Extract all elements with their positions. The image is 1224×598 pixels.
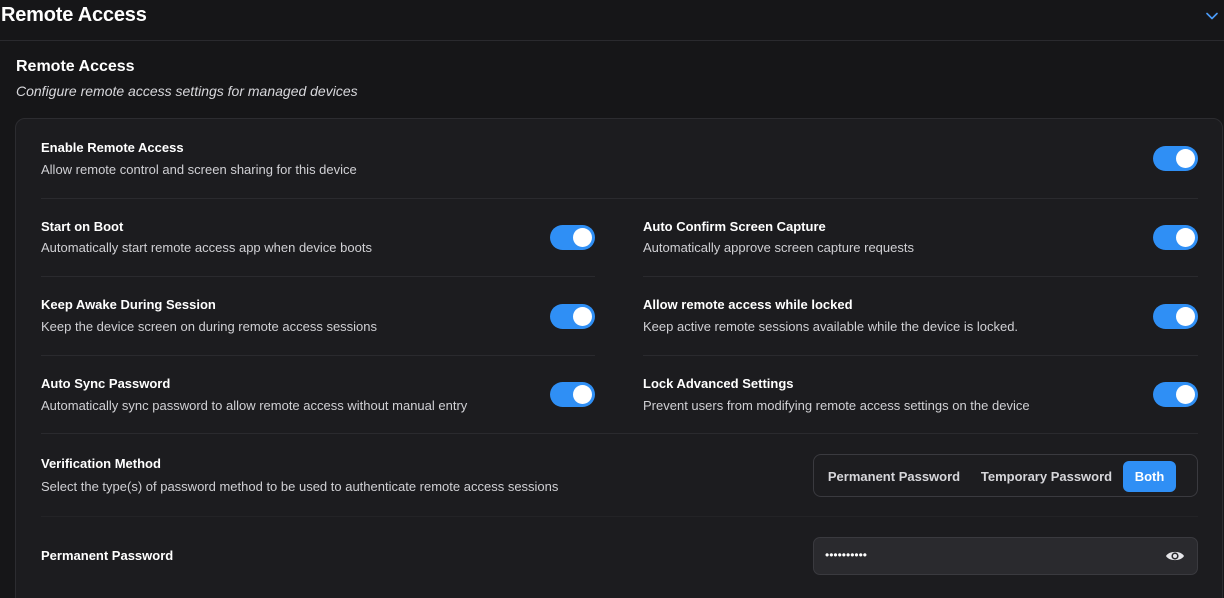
allow-while-locked-toggle[interactable] [1153,304,1198,329]
option-permanent-password[interactable]: Permanent Password [822,461,966,492]
verification-method-selector: Permanent Password Temporary Password Bo… [813,454,1198,497]
auto-confirm-capture-label: Auto Confirm Screen Capture [643,219,826,234]
toggle-knob [573,385,592,404]
auto-confirm-capture-description: Automatically approve screen capture req… [643,240,914,255]
eye-icon[interactable] [1165,547,1185,565]
divider [41,433,1198,434]
verification-method-description: Select the type(s) of password method to… [41,479,559,494]
toggle-knob [1176,385,1195,404]
lock-advanced-label: Lock Advanced Settings [643,376,794,391]
auto-sync-password-label: Auto Sync Password [41,376,171,391]
section-description: Configure remote access settings for man… [16,83,358,99]
toggle-knob [1176,228,1195,247]
verification-method-label: Verification Method [41,456,161,471]
permanent-password-label: Permanent Password [41,548,174,563]
chevron-down-icon[interactable] [1204,8,1220,24]
toggle-knob [1176,149,1195,168]
divider [643,276,1198,277]
divider [41,276,595,277]
permanent-password-input[interactable]: •••••••••• [813,537,1198,575]
toggle-knob [573,228,592,247]
divider [41,198,1198,199]
keep-awake-label: Keep Awake During Session [41,297,216,312]
divider [643,355,1198,356]
divider [41,355,595,356]
toggle-knob [573,307,592,326]
settings-panel [15,118,1223,598]
option-temporary-password[interactable]: Temporary Password [974,461,1119,492]
keep-awake-description: Keep the device screen on during remote … [41,319,378,334]
allow-while-locked-label: Allow remote access while locked [643,297,853,312]
divider [41,516,1198,517]
option-both[interactable]: Both [1123,461,1176,492]
auto-sync-password-toggle[interactable] [550,382,595,407]
toggle-knob [1176,307,1195,326]
lock-advanced-description: Prevent users from modifying remote acce… [643,398,1030,413]
header-title: Remote Access [1,4,147,26]
password-value: •••••••••• [825,548,868,562]
section-title: Remote Access [16,58,135,75]
auto-sync-password-description: Automatically sync password to allow rem… [41,398,468,413]
section-header[interactable]: Remote Access [0,0,1224,41]
start-on-boot-label: Start on Boot [41,219,124,234]
enable-remote-access-description: Allow remote control and screen sharing … [41,162,357,177]
start-on-boot-description: Automatically start remote access app wh… [41,240,372,255]
start-on-boot-toggle[interactable] [550,225,595,250]
keep-awake-toggle[interactable] [550,304,595,329]
enable-remote-access-toggle[interactable] [1153,146,1198,171]
allow-while-locked-description: Keep active remote sessions available wh… [643,319,1019,334]
lock-advanced-toggle[interactable] [1153,382,1198,407]
auto-confirm-capture-toggle[interactable] [1153,225,1198,250]
enable-remote-access-label: Enable Remote Access [41,140,184,155]
